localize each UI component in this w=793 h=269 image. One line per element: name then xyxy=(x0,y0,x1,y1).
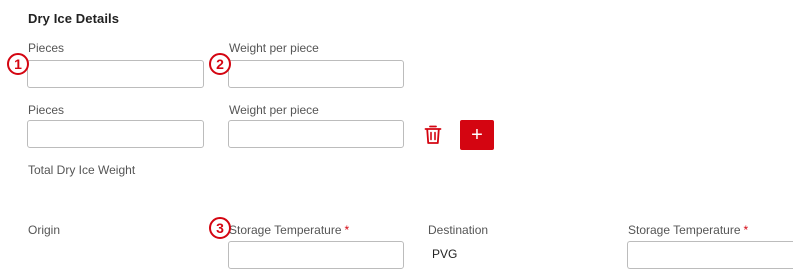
trash-icon[interactable] xyxy=(424,125,442,145)
origin-storage-temperature-text: Storage Temperature xyxy=(229,223,342,237)
origin-storage-temperature-input[interactable] xyxy=(229,242,403,268)
required-asterisk: * xyxy=(743,223,749,237)
weight-per-piece-field-2[interactable] xyxy=(228,120,404,148)
origin-storage-temperature-label: Storage Temperature * xyxy=(229,223,349,237)
weight-per-piece-label-1: Weight per piece xyxy=(229,41,319,55)
destination-storage-temperature-text: Storage Temperature xyxy=(628,223,741,237)
add-row-button[interactable]: + xyxy=(460,120,494,150)
annotation-marker-1: 1 xyxy=(7,53,29,75)
pieces-label-1: Pieces xyxy=(28,41,65,55)
required-asterisk: * xyxy=(344,223,350,237)
total-dry-ice-weight-label: Total Dry Ice Weight xyxy=(28,163,136,177)
weight-per-piece-label-2: Weight per piece xyxy=(229,103,319,117)
weight-per-piece-input-1[interactable] xyxy=(229,61,403,87)
destination-storage-temperature-label: Storage Temperature * xyxy=(628,223,748,237)
weight-per-piece-field-1[interactable] xyxy=(228,60,404,88)
origin-label: Origin xyxy=(28,223,61,237)
origin-storage-temperature-field[interactable] xyxy=(228,241,404,269)
destination-storage-temperature-input[interactable] xyxy=(628,242,793,268)
annotation-marker-3: 3 xyxy=(209,217,231,239)
pieces-field-1[interactable] xyxy=(27,60,204,88)
destination-value: PVG xyxy=(432,247,458,261)
pieces-label-2: Pieces xyxy=(28,103,65,117)
annotation-marker-2: 2 xyxy=(209,53,231,75)
destination-storage-temperature-field[interactable] xyxy=(627,241,793,269)
destination-label: Destination xyxy=(428,223,489,237)
section-title: Dry Ice Details xyxy=(28,11,120,26)
weight-per-piece-input-2[interactable] xyxy=(229,121,403,147)
pieces-input-2[interactable] xyxy=(28,121,203,147)
pieces-input-1[interactable] xyxy=(28,61,203,87)
pieces-field-2[interactable] xyxy=(27,120,204,148)
